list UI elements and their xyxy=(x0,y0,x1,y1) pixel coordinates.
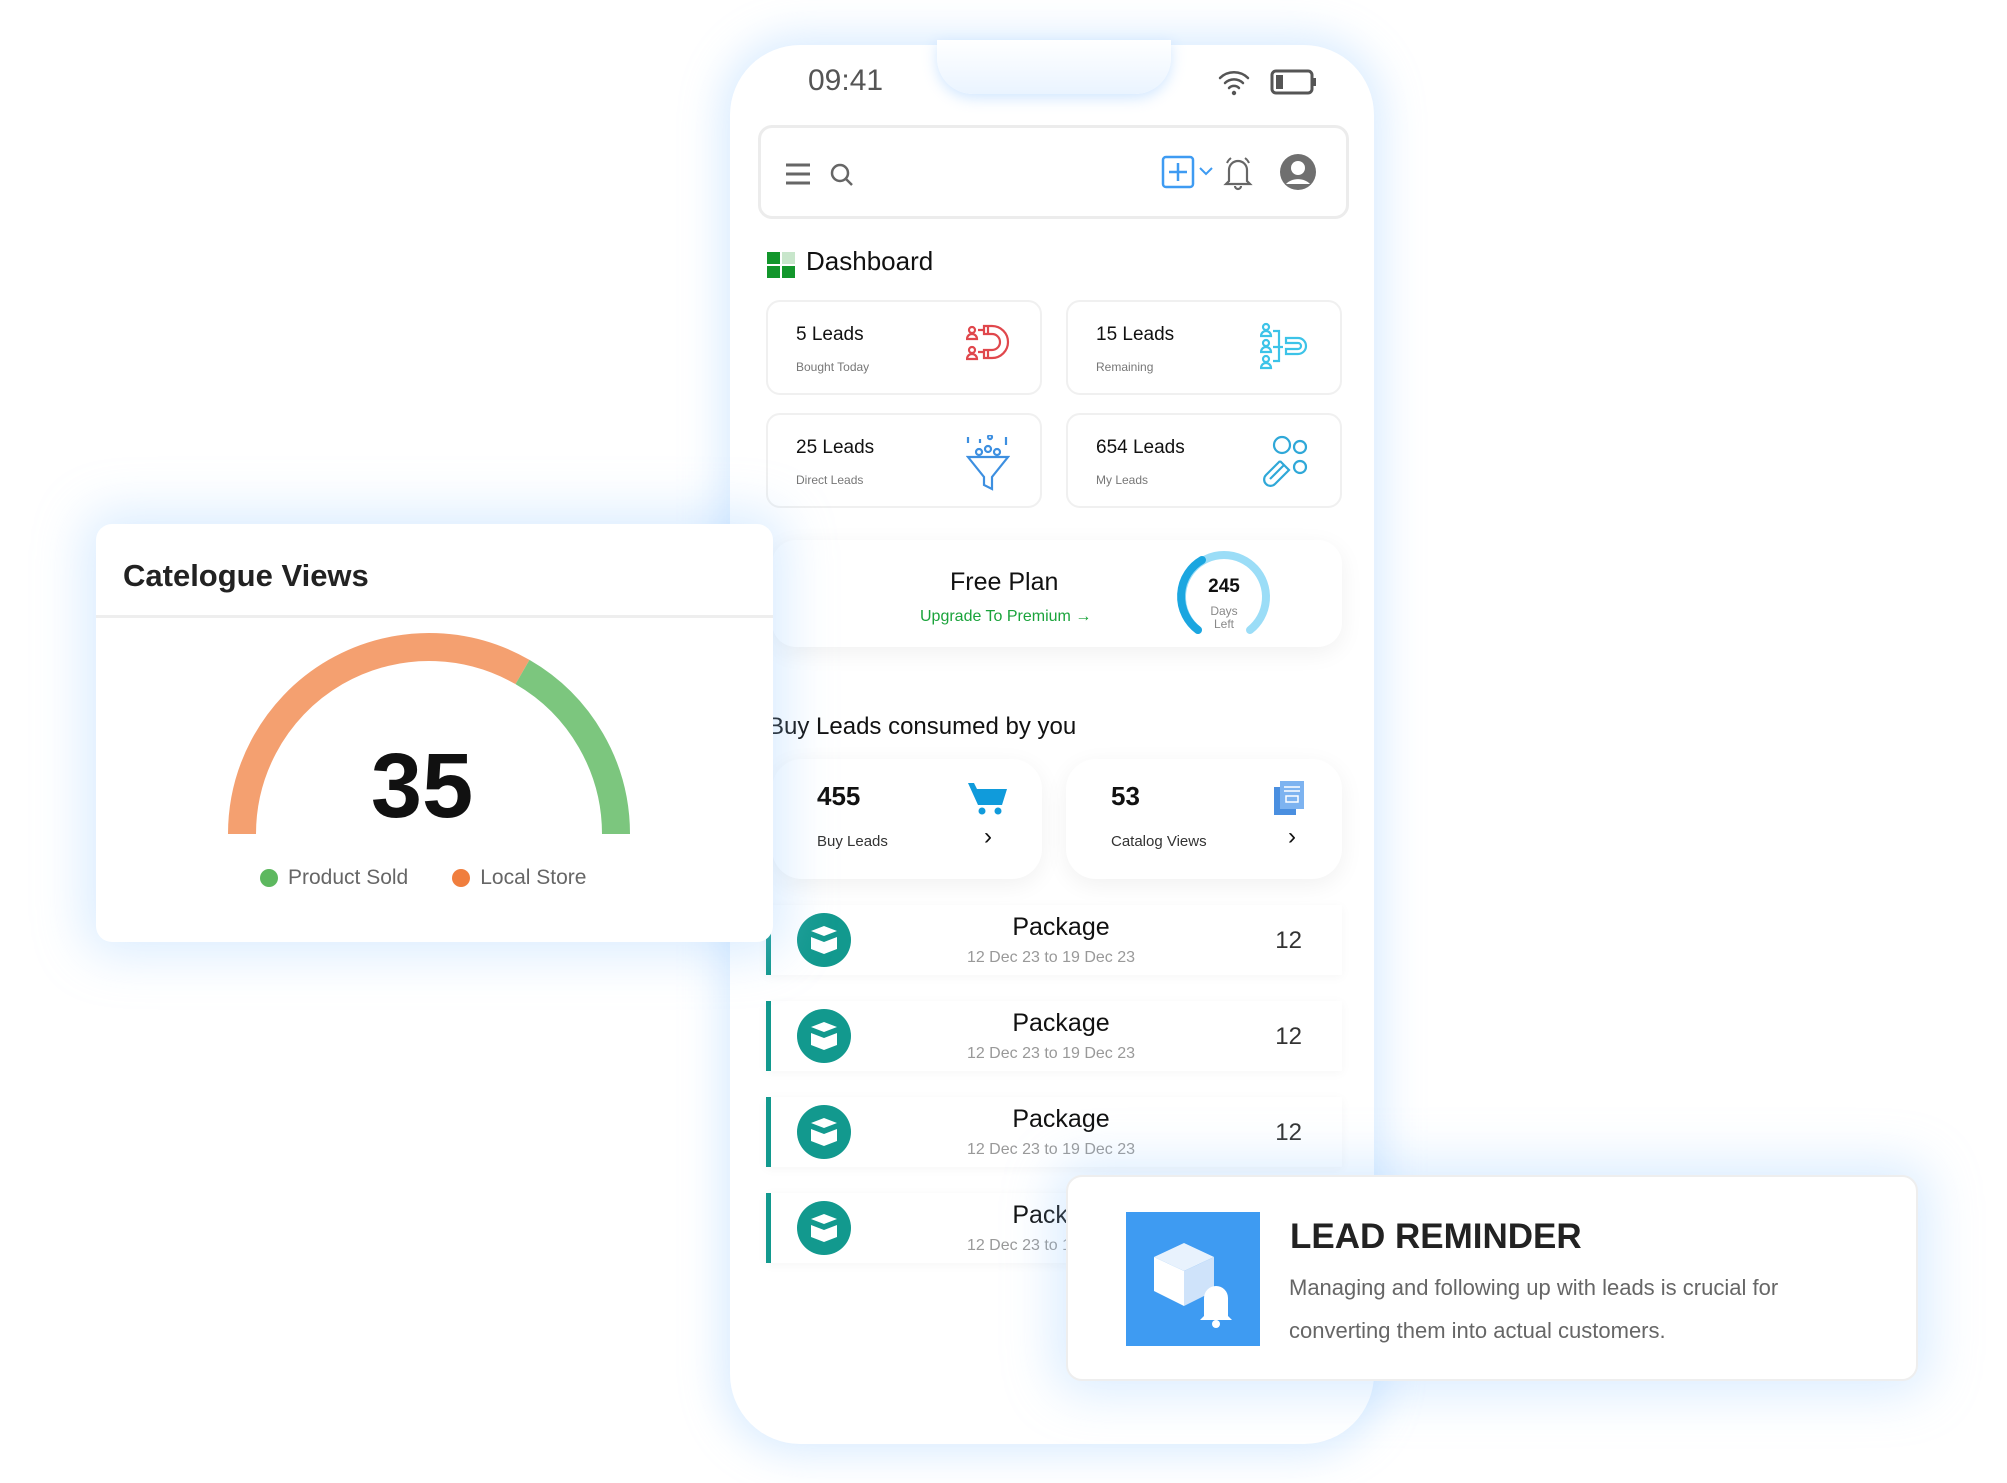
legend-label: Product Sold xyxy=(288,866,409,889)
plan-title: Free Plan xyxy=(950,568,1059,596)
stat-value: 53 xyxy=(1111,781,1140,811)
stat-card-catalog-views[interactable]: 53 Catalog Views › xyxy=(1066,759,1342,879)
gauge-legend: Product Sold Local Store xyxy=(260,866,586,890)
user-avatar-icon[interactable] xyxy=(1279,153,1317,191)
package-dates: 12 Dec 23 to 19 Dec 23 xyxy=(966,1141,1136,1158)
package-count: 12 xyxy=(1275,1119,1302,1146)
package-row[interactable]: Package 12 Dec 23 to 19 Dec 23 12 xyxy=(766,905,1342,975)
package-title: Package xyxy=(1012,1009,1110,1037)
magnet-attract-icon xyxy=(1263,435,1308,487)
phone-notch xyxy=(937,40,1171,94)
upgrade-link[interactable]: Upgrade To Premium → xyxy=(920,608,1091,626)
upgrade-label: Upgrade To Premium xyxy=(920,608,1071,625)
funnel-icon xyxy=(966,435,1010,491)
top-header xyxy=(758,125,1349,219)
lead-label: Direct Leads xyxy=(796,473,864,487)
package-dates: 12 Dec 23 to 19 Dec 23 xyxy=(966,949,1136,966)
lead-card-bought-today[interactable]: 5 Leads Bought Today xyxy=(766,300,1042,395)
package-row[interactable]: Package 12 Dec 23 to 19 Dec 23 12 xyxy=(766,1001,1342,1071)
stat-card-buy-leads[interactable]: 455 Buy Leads › xyxy=(772,759,1042,879)
stat-value: 455 xyxy=(817,781,861,811)
catalog-icon xyxy=(1274,781,1304,815)
search-icon[interactable] xyxy=(829,162,855,188)
reminder-text: Managing and following up with leads is … xyxy=(1289,1275,1779,1300)
lead-label: My Leads xyxy=(1096,473,1149,487)
users-magnet-icon xyxy=(1260,322,1308,370)
lead-card-direct[interactable]: 25 Leads Direct Leads xyxy=(766,413,1042,508)
package-title: Package xyxy=(1012,1105,1110,1133)
lead-card-my-leads[interactable]: 654 Leads My Leads xyxy=(1066,413,1342,508)
gauge-value: 35 xyxy=(370,735,474,837)
reminder-title: LEAD REMINDER xyxy=(1290,1217,1582,1256)
legend-label: Local Store xyxy=(480,866,587,889)
package-title: Package xyxy=(1012,913,1110,941)
chevron-right-icon[interactable]: › xyxy=(1288,823,1296,851)
add-icon[interactable] xyxy=(1161,155,1195,189)
cart-icon xyxy=(968,783,1007,815)
package-row[interactable]: Package 12 Dec 23 to 19 Dec 23 12 xyxy=(766,1097,1342,1167)
lead-value: 15 Leads xyxy=(1096,324,1175,345)
days-label-2: Left xyxy=(1213,617,1234,631)
section-title: Buy Leads consumed by you xyxy=(768,713,1077,740)
legend-dot xyxy=(452,869,471,887)
wifi-icon xyxy=(1218,71,1250,96)
package-count: 12 xyxy=(1275,927,1302,954)
days-value: 245 xyxy=(1208,576,1240,597)
lead-value: 25 Leads xyxy=(796,437,875,458)
lead-label: Bought Today xyxy=(796,360,870,374)
reminder-text-2: converting them into actual customers. xyxy=(1289,1318,1666,1343)
menu-icon[interactable] xyxy=(784,162,812,186)
catalogue-views-card: Catelogue Views 35 Product Sold Local St… xyxy=(96,524,773,942)
magnet-users-icon xyxy=(966,324,1010,361)
days-label: Days xyxy=(1210,604,1238,618)
stat-label: Buy Leads xyxy=(817,833,888,850)
chevron-right-icon[interactable]: › xyxy=(984,823,992,851)
legend-dot xyxy=(260,869,278,887)
stat-label: Catalog Views xyxy=(1111,833,1207,850)
plan-card: Free Plan Upgrade To Premium → 245 Days … xyxy=(772,540,1342,647)
lead-value: 5 Leads xyxy=(796,324,864,345)
status-time: 09:41 xyxy=(808,64,884,97)
chevron-down-icon[interactable] xyxy=(1199,166,1213,176)
lead-reminder-card: LEAD REMINDER Managing and following up … xyxy=(1066,1175,1918,1381)
package-count: 12 xyxy=(1275,1023,1302,1050)
page-title: Dashboard xyxy=(806,246,934,276)
dashboard-icon xyxy=(767,252,795,278)
box-bell-icon xyxy=(1126,1212,1260,1346)
legend-item: Product Sold xyxy=(260,866,408,890)
battery-icon xyxy=(1270,69,1316,95)
legend-item: Local Store xyxy=(452,866,586,890)
arrow-right-icon: → xyxy=(1075,608,1092,625)
lead-label: Remaining xyxy=(1096,360,1154,374)
lead-value: 654 Leads xyxy=(1096,437,1185,458)
bell-icon[interactable] xyxy=(1223,155,1253,191)
package-dates: 12 Dec 23 to 19 Dec 23 xyxy=(966,1045,1136,1062)
lead-card-remaining[interactable]: 15 Leads Remaining xyxy=(1066,300,1342,395)
